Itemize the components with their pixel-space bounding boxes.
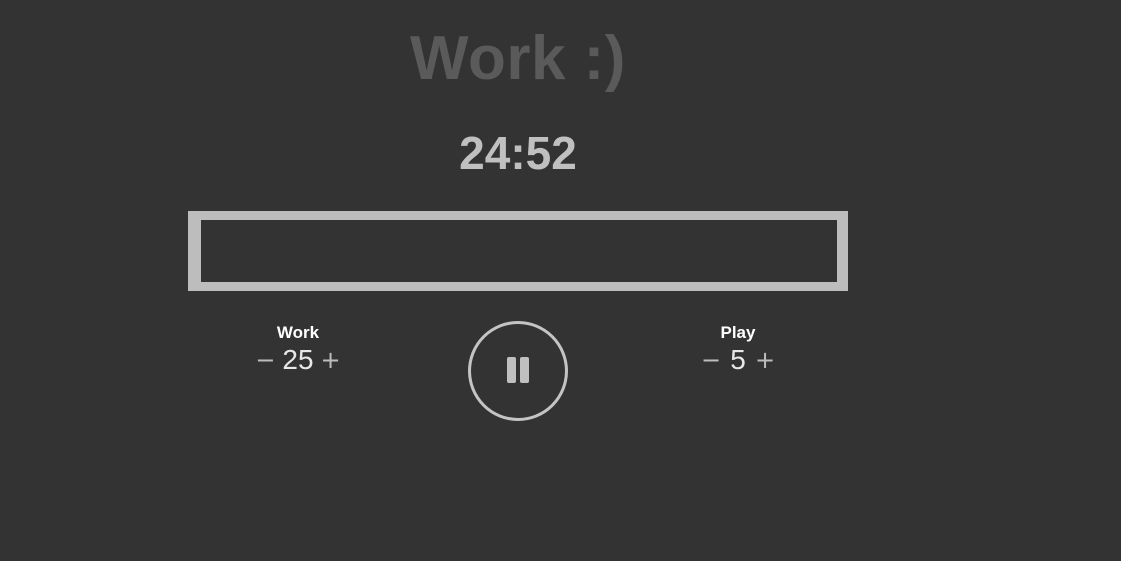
play-setting: Play − 5 + bbox=[668, 322, 808, 375]
play-value: 5 bbox=[730, 344, 746, 375]
pause-bar-right bbox=[520, 357, 529, 383]
play-label: Play bbox=[720, 323, 756, 342]
pause-bar-left bbox=[507, 357, 516, 383]
play-increment-button[interactable]: + bbox=[754, 346, 776, 374]
work-stepper: − 25 + bbox=[228, 345, 368, 375]
play-stepper: − 5 + bbox=[668, 345, 808, 375]
work-increment-button[interactable]: + bbox=[320, 346, 342, 374]
pause-icon bbox=[507, 357, 529, 383]
progress-bar bbox=[188, 211, 848, 291]
pomodoro-app: Work :) 24:52 Work − 25 + Play − 5 + bbox=[0, 0, 1121, 561]
timer-display: 24:52 bbox=[459, 127, 577, 179]
mode-title: Work :) bbox=[410, 24, 626, 93]
work-value: 25 bbox=[282, 344, 314, 375]
work-label: Work bbox=[276, 323, 320, 342]
work-setting: Work − 25 + bbox=[228, 322, 368, 375]
work-decrement-button[interactable]: − bbox=[254, 346, 276, 374]
play-pause-button[interactable] bbox=[468, 321, 568, 421]
play-decrement-button[interactable]: − bbox=[700, 346, 722, 374]
